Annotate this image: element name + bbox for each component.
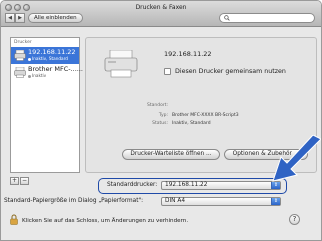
search-icon (224, 15, 230, 21)
highlight-box (98, 178, 287, 194)
back-button[interactable]: ◀ (5, 13, 15, 23)
info-key: Status: (152, 121, 168, 126)
printer-icon (14, 67, 26, 78)
open-print-queue-button[interactable]: Drucker-Warteliste öffnen ... (122, 149, 220, 160)
remove-printer-button[interactable]: − (20, 177, 29, 185)
window-title: Drucken & Faxen (135, 4, 187, 11)
printer-status-text: Inaktiv, Standard (32, 56, 68, 61)
preferences-window: Drucken & Faxen ◀ ▶ Alle einblenden Druc… (0, 0, 322, 241)
paper-size-select[interactable]: DIN A4 ⇕ (161, 197, 281, 206)
search-input[interactable] (219, 13, 315, 23)
info-key: Standort: (147, 103, 168, 108)
printer-list[interactable]: Drucker 192.168.11.22 Inaktiv, Standard … (10, 37, 83, 173)
printer-status: Inaktiv (28, 73, 46, 78)
printer-list-item[interactable]: Brother MFC-...... Inaktiv (11, 64, 83, 81)
paper-size-value: DIN A4 (165, 198, 186, 204)
help-button[interactable]: ? (289, 214, 300, 225)
printer-detail-name: 192.168.11.22 (164, 50, 212, 58)
printer-name: 192.168.11.22 (28, 48, 76, 56)
printer-icon (14, 50, 26, 61)
printer-status: Inaktiv, Standard (28, 56, 68, 61)
printer-list-item[interactable]: 192.168.11.22 Inaktiv, Standard (11, 47, 79, 64)
printer-icon (104, 50, 138, 78)
title-bar: Drucken & Faxen ◀ ▶ Alle einblenden (1, 1, 321, 27)
info-key: Typ: (158, 113, 168, 118)
show-all-button[interactable]: Alle einblenden (28, 13, 83, 23)
popup-arrows-icon: ⇕ (271, 198, 280, 205)
share-printer-checkbox[interactable] (164, 68, 171, 75)
share-printer-label: Diesen Drucker gemeinsam nutzen (175, 68, 286, 75)
info-value: Brother MFC-XXXX BR-Script3 (172, 113, 239, 118)
printer-list-header: Drucker (14, 40, 32, 45)
lock-hint-text: Klicken Sie auf das Schloss, um Änderung… (22, 218, 189, 224)
lock-icon[interactable] (10, 214, 18, 225)
forward-button[interactable]: ▶ (15, 13, 25, 23)
paper-size-label: Standard-Papiergröße im Dialog „Papierfo… (4, 198, 144, 204)
info-value: Inaktiv, Standard (172, 121, 211, 126)
printer-status-text: Inaktiv (32, 73, 47, 78)
add-printer-button[interactable]: + (10, 177, 19, 185)
pointer-arrow-icon (272, 135, 321, 182)
printer-name: Brother MFC-...... (28, 65, 83, 73)
